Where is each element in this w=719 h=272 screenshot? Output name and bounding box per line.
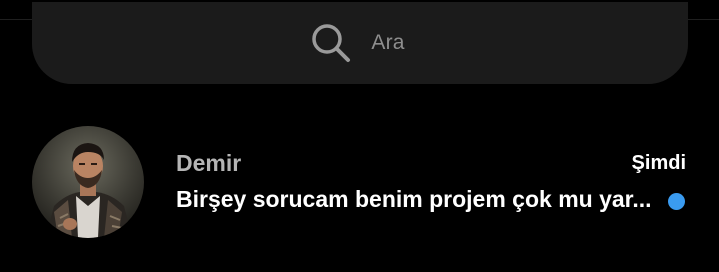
search-bar-content: Ara xyxy=(309,21,404,65)
avatar[interactable] xyxy=(32,126,144,238)
avatar-photo xyxy=(32,126,144,238)
search-bar[interactable]: Ara xyxy=(32,2,688,84)
message-preview: Birşey sorucam benim projem çok mu yar..… xyxy=(176,186,652,212)
search-icon xyxy=(312,24,351,62)
unread-indicator xyxy=(668,193,685,210)
chat-list-item[interactable]: Demir Şimdi Birşey sorucam benim projem … xyxy=(0,122,719,242)
timestamp: Şimdi xyxy=(631,152,686,174)
search-input[interactable]: Ara xyxy=(371,31,404,55)
sender-name: Demir xyxy=(176,150,242,176)
